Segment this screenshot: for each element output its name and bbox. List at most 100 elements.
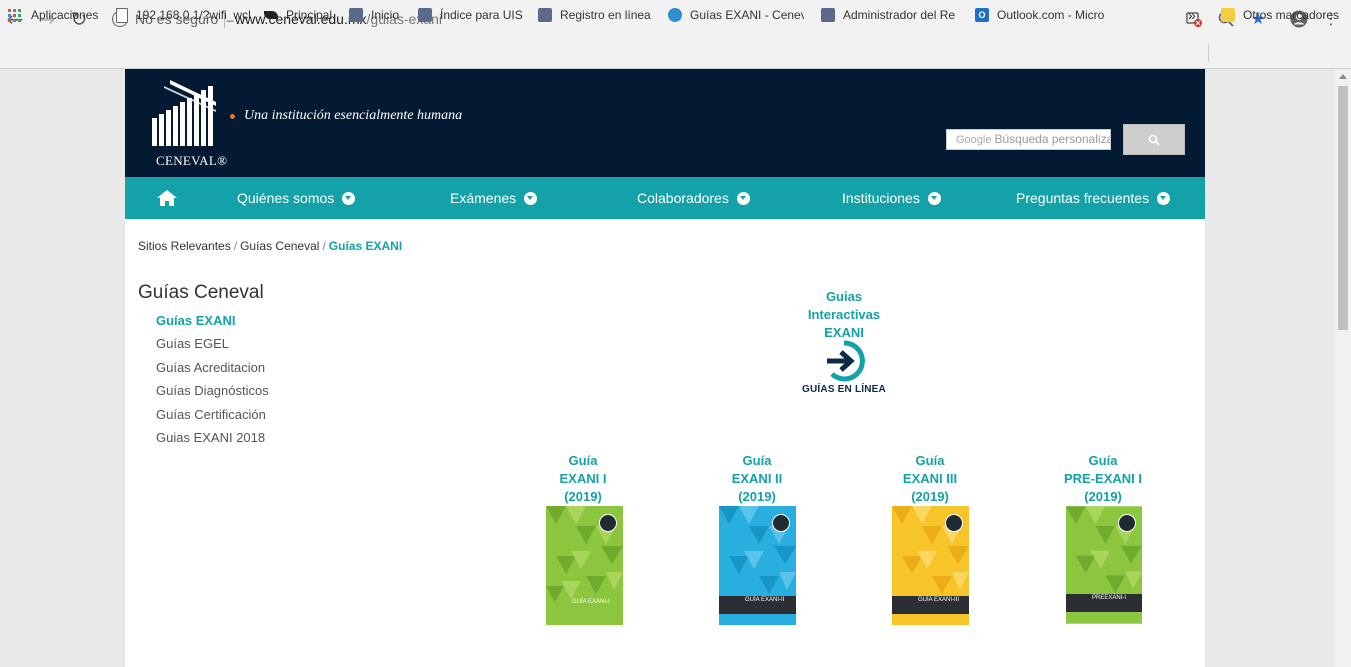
guide-line: EXANI III [902,471,958,486]
bookmark-label: Registro en línea [560,8,651,22]
more-bookmarks-button[interactable]: » [1188,0,1196,30]
sidebar-item-guias-acreditacion[interactable]: Guías Acreditacion [156,360,269,383]
chevron-down-icon [524,191,538,205]
nav-label: Quiénes somos [237,190,335,206]
guide-line: (2019) [738,489,776,504]
chevron-down-icon [1157,191,1171,205]
guide-line: PRE-EXANI I [1063,471,1142,486]
ceneval-badge-icon [772,514,790,532]
guide-cover-exani-i[interactable]: GUÍA EXANI-I [546,506,623,625]
guide-line: Guía [742,453,772,468]
logo-icon [821,8,835,22]
bookmark-label: Aplicaciones [31,8,99,22]
guide-line: (2019) [911,489,949,504]
nav-label: Preguntas frecuentes [1016,190,1150,206]
guide-line: EXANI I [559,471,607,486]
outlook-icon: O [975,8,989,22]
logo-icon [668,8,682,22]
tagline-bullet [230,114,235,119]
sidebar-item-guias-egel[interactable]: Guías EGEL [156,336,269,359]
bookmark-label: Guías EXANI - Cenev [690,8,804,22]
site-search-input[interactable]: GoogleBúsqueda personalizada [946,129,1111,150]
nav-label: Exámenes [450,190,517,206]
ceneval-logo-icon[interactable] [150,78,220,148]
bookmarks-divider [1208,44,1209,62]
guide-line: (2019) [564,489,602,504]
bookmarks-bar [0,38,1351,69]
search-brand: Google [956,134,992,146]
bookmark-label: Inicio [371,8,400,22]
nav-instituciones[interactable]: Instituciones [842,177,941,219]
guide-line: EXANI II [731,471,783,486]
bookmark-label: Administrador del Re [843,8,956,22]
bookmark-principal[interactable]: Principal [264,0,344,30]
scroll-up-arrow-icon[interactable] [1339,74,1347,79]
nav-preguntas-frecuentes[interactable]: Preguntas frecuentes [1016,177,1171,219]
other-bookmarks[interactable]: Otros marcadores [1221,0,1339,30]
chevron-down-icon [342,191,356,205]
sidebar-item-guias-certificacion[interactable]: Guías Certificación [156,407,269,430]
bookmark-label: 192.168.0.1/?wifi_wcl [136,8,251,22]
guide-line: Guía [568,453,598,468]
guide-cover-exani-iii[interactable]: GUÍA EXANI-III [892,506,969,625]
scrollbar-thumb[interactable] [1338,86,1348,330]
bookmark-apps[interactable]: Aplicaciones [8,0,98,30]
guide-line: Guía [1088,453,1118,468]
logo-icon [538,8,552,22]
more-bookmarks-label: » [1188,7,1196,23]
arrow-circle-icon[interactable] [823,340,865,382]
other-bookmarks-label: Otros marcadores [1243,8,1340,22]
breadcrumb-link-guias-ceneval[interactable]: Guías Ceneval [240,239,319,253]
nav-quienes-somos[interactable]: Quiénes somos [237,177,356,219]
breadcrumb-separator: / [233,239,238,253]
guide-cover-exani-ii[interactable]: GUÍA EXANI-II [719,506,796,625]
nav-examenes[interactable]: Exámenes [450,177,538,219]
bookmark-inicio[interactable]: Inicio [349,0,409,30]
ceneval-badge-icon [945,514,963,532]
bookmark-outlook[interactable]: O Outlook.com - Micro [975,0,1110,30]
interactive-line: Interactivas [807,307,881,322]
bookmark-label: Índice para UIS [440,8,523,22]
bookmark-label: Outlook.com - Micro [997,8,1105,22]
interactive-line: Guias [825,289,863,304]
search-placeholder: Búsqueda personalizada [994,132,1110,146]
ceneval-badge-icon [599,514,617,532]
cover-label: PREEXANI-I [1066,594,1142,612]
chevron-down-icon [927,191,941,205]
search-button[interactable] [1123,124,1185,155]
guide-title-pre-exani-i[interactable]: Guía PRE-EXANI I (2019) [1033,452,1173,506]
guide-cover-pre-exani-i[interactable]: PREEXANI-I [1066,506,1142,624]
apps-grid-icon [8,8,21,22]
bookmark-wifi[interactable]: 192.168.0.1/?wifi_wcl [116,0,256,30]
guide-line: Guía [915,453,945,468]
cover-label: GUÍA EXANI-II [719,596,796,614]
nav-label: Instituciones [842,190,920,206]
bookmark-guias-exani[interactable]: Guías EXANI - Cenev [668,0,804,30]
sidebar-title: Guías Ceneval [138,282,264,303]
sidebar-item-guias-exani-2018[interactable]: Guias EXANI 2018 [156,430,269,453]
guide-title-exani-i[interactable]: Guía EXANI I (2019) [513,452,653,506]
logo-icon [418,8,432,22]
interactive-guides-link[interactable]: Guias Interactivas EXANI [784,288,904,342]
sidebar-item-guias-exani[interactable]: Guías EXANI [156,313,269,336]
guias-en-linea-label[interactable]: GUÍAS EN LÍNEA [780,384,908,395]
nav-colaboradores[interactable]: Colaboradores [637,177,750,219]
home-icon[interactable] [156,189,178,207]
search-icon [1148,134,1160,146]
ceneval-badge-icon [1118,514,1136,532]
logo-icon [349,8,363,22]
cover-label: GUÍA EXANI-III [892,596,969,614]
cover-label: GUÍA EXANI-I [572,599,610,605]
breadcrumb-link-sitios[interactable]: Sitios Relevantes [138,239,231,253]
guide-title-exani-iii[interactable]: Guía EXANI III (2019) [860,452,1000,506]
bookmark-indice[interactable]: Índice para UIS [418,0,528,30]
sidebar-menu: Guías EXANI Guías EGEL Guías Acreditacio… [156,313,269,453]
guide-title-exani-ii[interactable]: Guía EXANI II (2019) [687,452,827,506]
breadcrumb-current: Guías EXANI [328,239,403,253]
chevron-down-icon [736,191,750,205]
sidebar-item-guias-diagnosticos[interactable]: Guías Diagnósticos [156,383,269,406]
bookmark-administrador[interactable]: Administrador del Re [821,0,957,30]
breadcrumb-separator: / [322,239,326,253]
bird-logo-icon [264,11,278,19]
bookmark-registro[interactable]: Registro en línea [538,0,656,30]
